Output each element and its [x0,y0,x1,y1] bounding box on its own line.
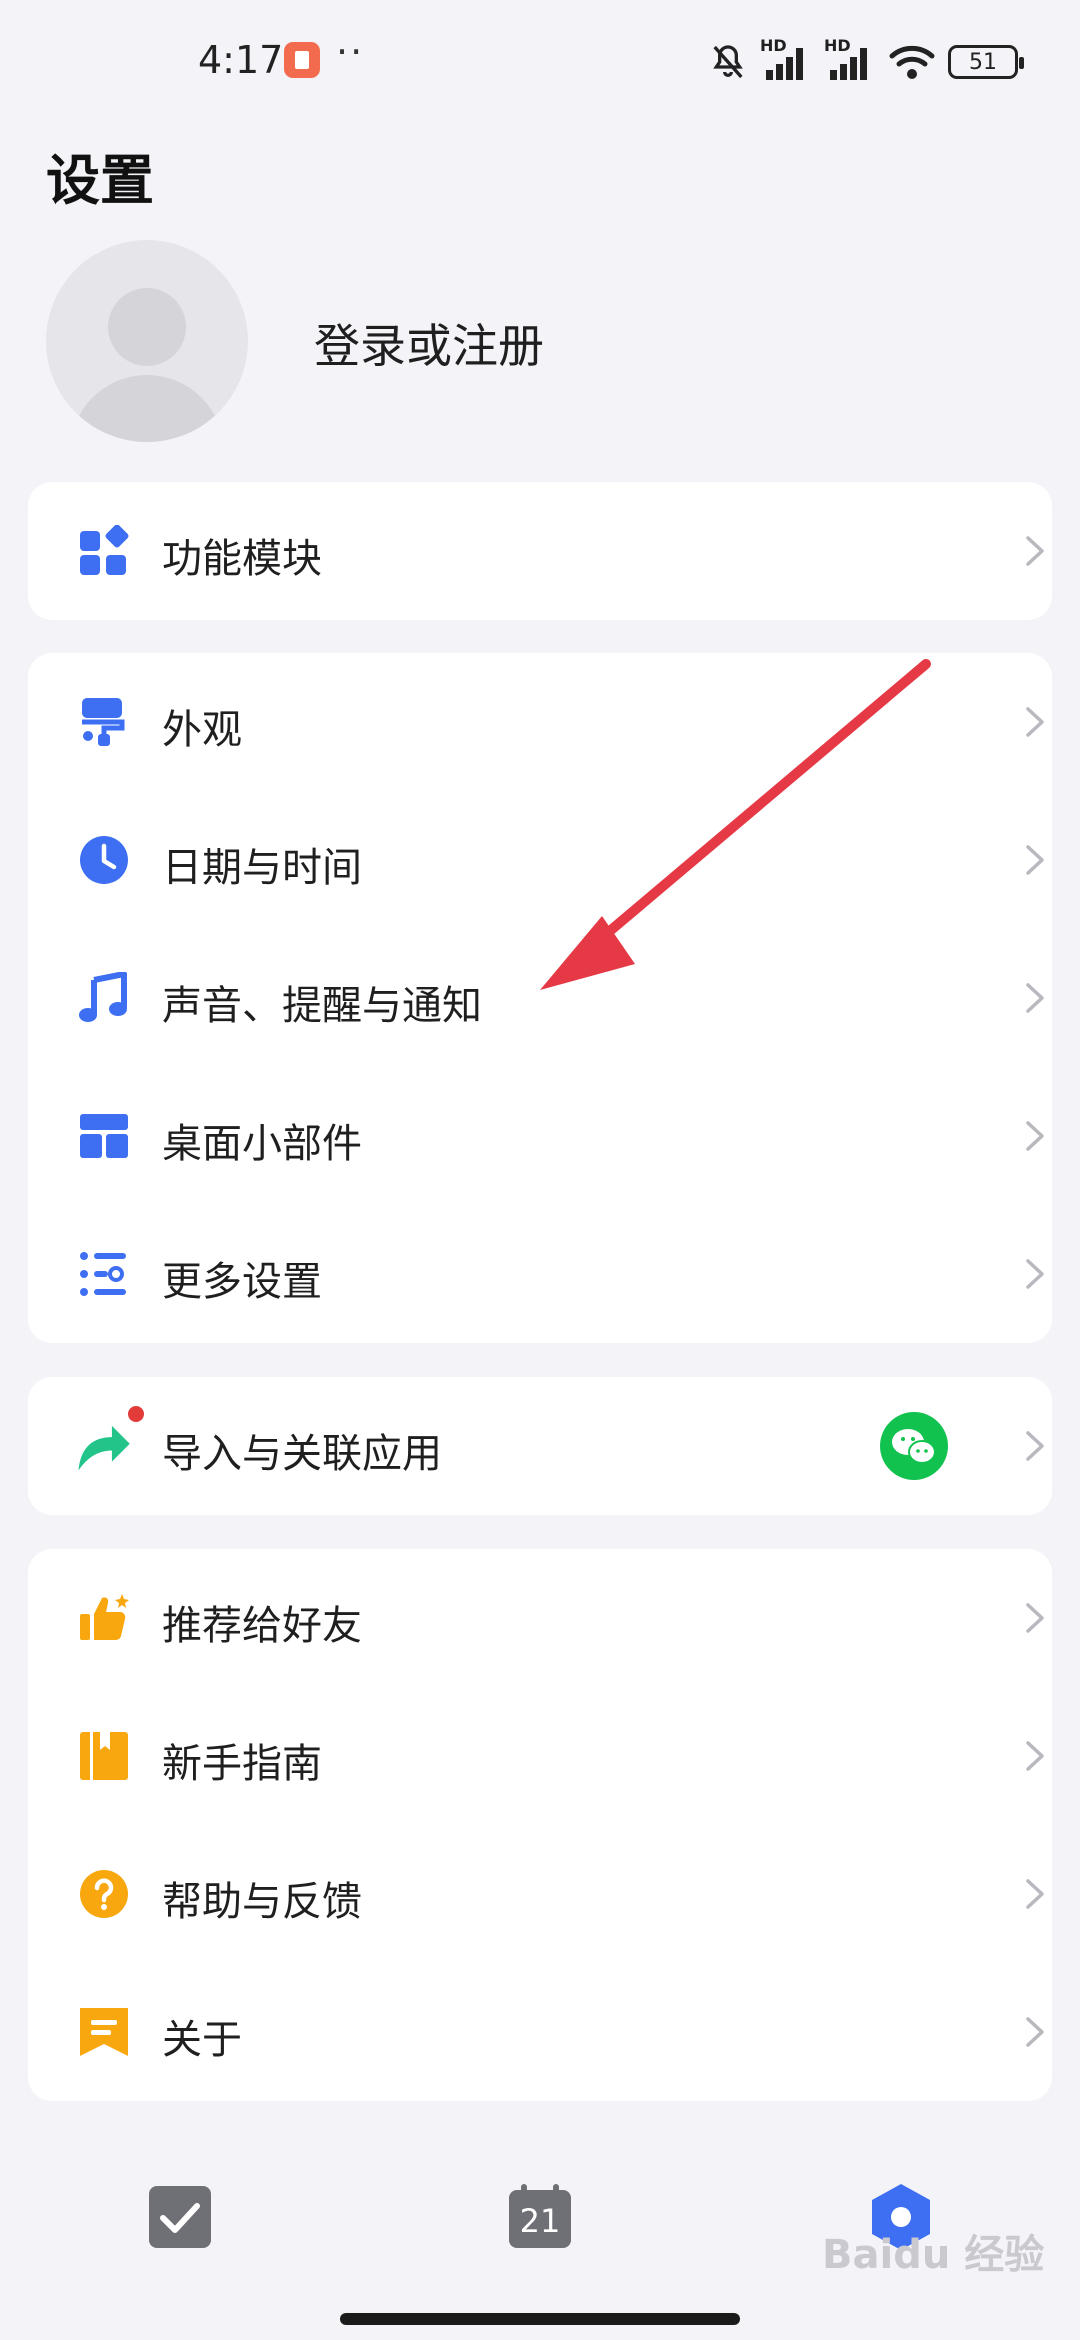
chevron-right-icon [1026,707,1044,737]
settings-item-import[interactable]: 导入与关联应用 [28,1377,1052,1515]
settings-item-datetime[interactable]: 日期与时间 [28,791,1052,929]
settings-item-label: 桌面小部件 [162,1121,362,1167]
new-badge-dot [128,1406,144,1422]
settings-item-label: 更多设置 [162,1259,322,1305]
widget-layout-icon [80,1114,128,1158]
status-indicators: HD HD 51 [708,36,1024,82]
settings-item-sound[interactable]: 声音、提醒与通知 [28,929,1052,1067]
profile-login-area[interactable]: 登录或注册 [46,240,1046,445]
settings-item-more[interactable]: 更多设置 [28,1205,1052,1343]
avatar[interactable] [46,240,248,442]
chevron-right-icon [1026,1603,1044,1633]
question-icon [80,1870,128,1918]
home-indicator[interactable] [340,2313,740,2325]
signal-icon [766,48,803,80]
page-title: 设置 [46,149,154,212]
share-arrow-icon [78,1425,130,1471]
signal-strength-1: HD [760,36,812,82]
card-modules: 功能模块 [28,482,1052,620]
wifi-icon [889,45,935,79]
settings-item-guide[interactable]: 新手指南 [28,1687,1052,1825]
avatar-head-shape [108,288,186,366]
more-notifications-indicator: ·· [336,30,365,74]
chevron-right-icon [1026,845,1044,875]
chevron-right-icon [1026,536,1044,566]
wechat-icon [880,1412,948,1480]
settings-item-appearance[interactable]: 外观 [28,653,1052,791]
settings-item-label: 日期与时间 [162,845,362,891]
settings-item-label: 外观 [162,707,242,753]
settings-item-label: 导入与关联应用 [162,1431,442,1477]
settings-item-label: 推荐给好友 [162,1603,362,1649]
clock-icon [80,836,128,884]
bell-muted-icon [713,45,743,79]
settings-item-help[interactable]: 帮助与反馈 [28,1825,1052,1963]
chevron-right-icon [1026,1879,1044,1909]
thumbs-up-icon [80,1594,129,1640]
list-settings-icon [80,1252,126,1296]
chevron-right-icon [1026,2017,1044,2047]
settings-item-modules[interactable]: 功能模块 [28,482,1052,620]
status-time: 4:17 [198,38,284,82]
chevron-right-icon [1026,1121,1044,1151]
calendar-day-number: 21 [519,2202,561,2240]
settings-item-widgets[interactable]: 桌面小部件 [28,1067,1052,1205]
settings-item-label: 功能模块 [162,536,322,582]
settings-item-recommend[interactable]: 推荐给好友 [28,1549,1052,1687]
settings-item-about[interactable]: 关于 [28,1963,1052,2101]
settings-item-label: 关于 [162,2017,242,2063]
chevron-right-icon [1026,1431,1044,1461]
tab-calendar[interactable]: 21 [505,2182,575,2252]
chevron-right-icon [1026,983,1044,1013]
notification-app-icon [284,42,320,78]
bookmark-icon [80,2008,128,2056]
login-register-link[interactable]: 登录或注册 [314,310,544,376]
status-bar: 4:17 ·· HD HD 51 [0,0,1080,124]
music-note-icon [79,972,127,1022]
card-import: 导入与关联应用 [28,1377,1052,1515]
chevron-right-icon [1026,1259,1044,1289]
watermark-text: Baidu 经验 [822,2232,1045,2278]
chevron-right-icon [1026,1741,1044,1771]
book-icon [80,1732,128,1780]
settings-item-label: 声音、提醒与通知 [162,983,482,1029]
signal-icon [830,48,867,80]
signal-strength-2: HD [824,36,876,82]
settings-item-label: 帮助与反馈 [162,1879,362,1925]
screen: 4:17 ·· HD HD 51 设置 登录或注册 功能模块 外观 日期与时间 … [0,0,1080,2340]
card-preferences: 外观 日期与时间 声音、提醒与通知 桌面小部件 更多设置 [28,653,1052,1343]
wechat-bubbles-icon [892,1429,936,1464]
battery-indicator: 51 [948,45,1024,79]
grid-icon [80,525,129,575]
card-support: 推荐给好友 新手指南 帮助与反馈 关于 [28,1549,1052,2101]
tab-tasks-check-icon[interactable] [145,2182,215,2252]
paint-roller-icon [82,698,125,746]
settings-item-label: 新手指南 [162,1741,322,1787]
avatar-body-shape [70,375,224,442]
